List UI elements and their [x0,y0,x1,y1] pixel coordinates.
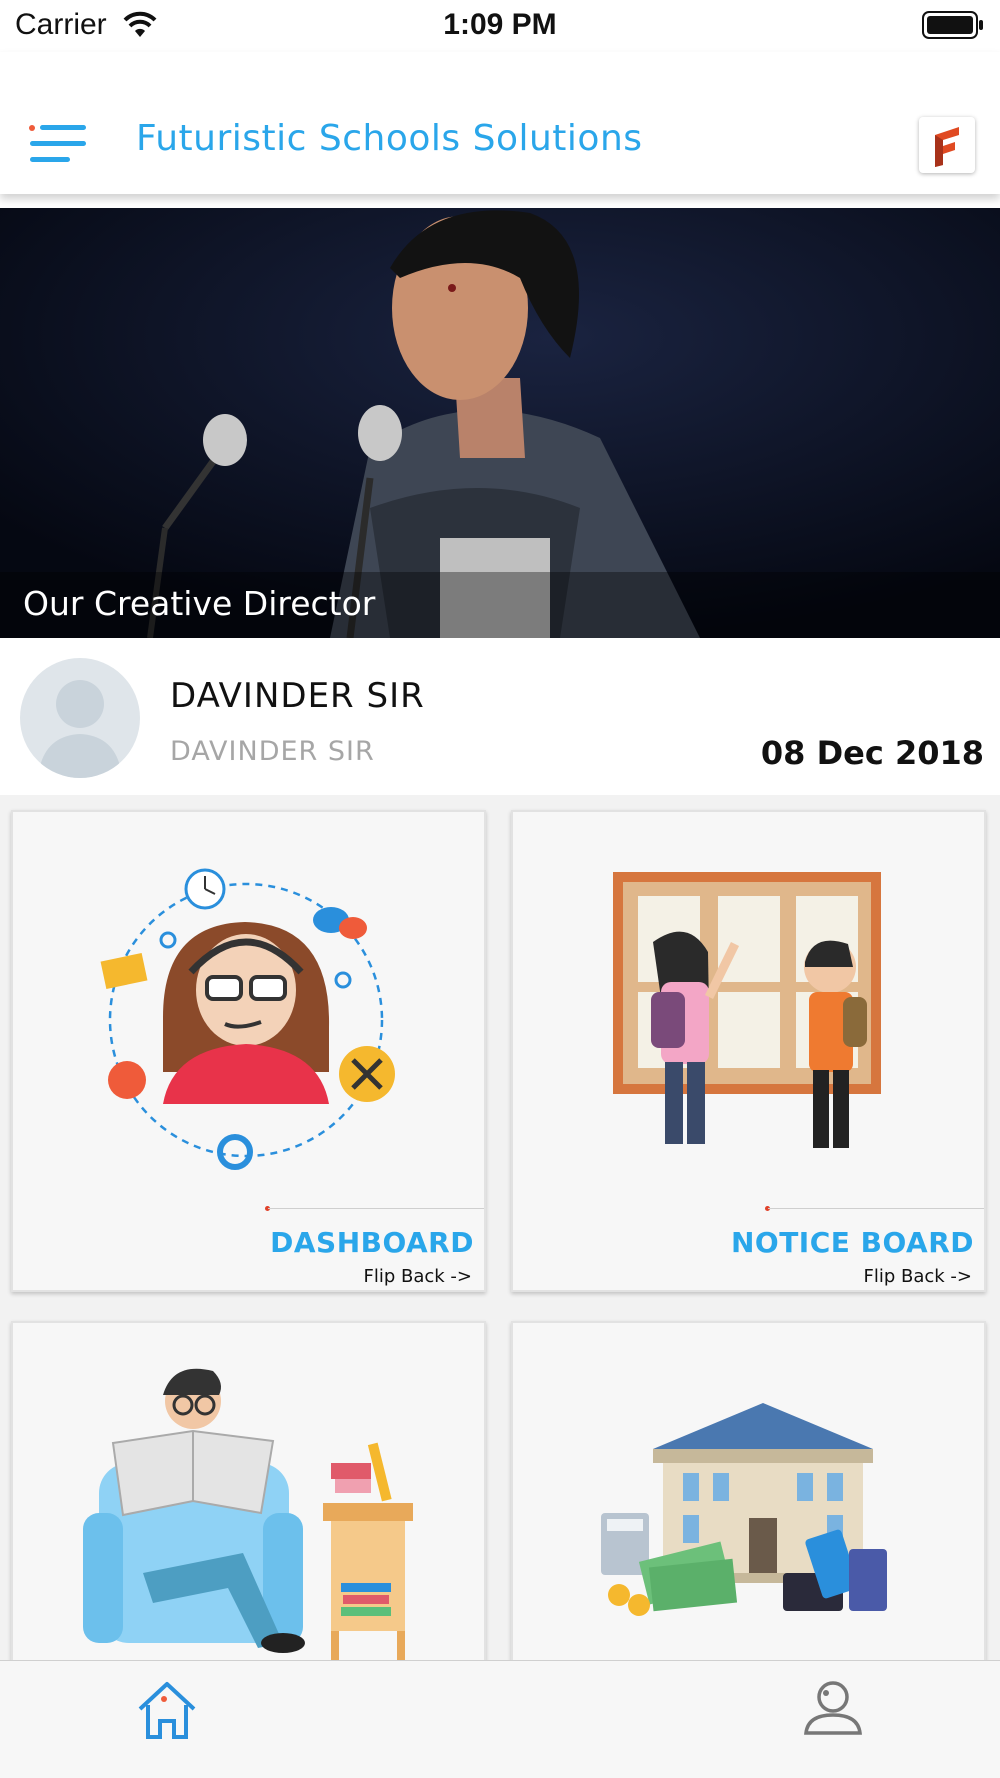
news-card[interactable] [11,1321,486,1660]
avatar[interactable] [20,658,140,778]
dashboard-card[interactable]: DASHBOARD Flip Back -> [11,810,486,1292]
user-placeholder-icon [38,680,122,778]
status-bar: Carrier 1:09 PM [0,0,1000,52]
school-logo[interactable] [919,117,975,173]
profile-row: DAVINDER SIR DAVINDER SIR 08 Dec 2018 [0,638,1000,795]
card-divider [768,1208,984,1209]
reading-newspaper-illustration [83,1368,413,1660]
card-title: DASHBOARD [270,1226,474,1259]
flip-back-link[interactable]: Flip Back -> [363,1266,472,1287]
menu-grid: DASHBOARD Flip Back -> NOTICE BOARD Flip… [0,795,1000,1660]
f-logo-icon [935,127,959,167]
flip-back-link[interactable]: Flip Back -> [863,1266,972,1287]
bank-fees-illustration [601,1403,887,1616]
card-title: NOTICE BOARD [730,1226,974,1259]
tab-bar [0,1660,1000,1778]
support-agent-illustration [100,868,395,1170]
profile-name: DAVINDER SIR [170,676,425,716]
card-divider [268,1208,484,1209]
profile-date: 08 Dec 2018 [760,734,984,772]
hamburger-menu-icon[interactable] [28,122,88,166]
profile-icon[interactable] [798,1675,868,1745]
notice-board-card[interactable]: NOTICE BOARD Flip Back -> [511,810,986,1292]
banner-caption: Our Creative Director [23,584,376,623]
home-icon[interactable] [132,1675,202,1745]
director-banner[interactable]: Our Creative Director [0,208,1000,638]
notice-board-illustration [613,872,881,1148]
fees-card[interactable] [511,1321,986,1660]
app-title: Futuristic Schools Solutions [136,118,643,159]
navigation-bar: Futuristic Schools Solutions [0,52,1000,194]
battery-icon [922,11,983,39]
status-time: 1:09 PM [443,8,557,41]
profile-subtitle: DAVINDER SIR [170,736,375,767]
